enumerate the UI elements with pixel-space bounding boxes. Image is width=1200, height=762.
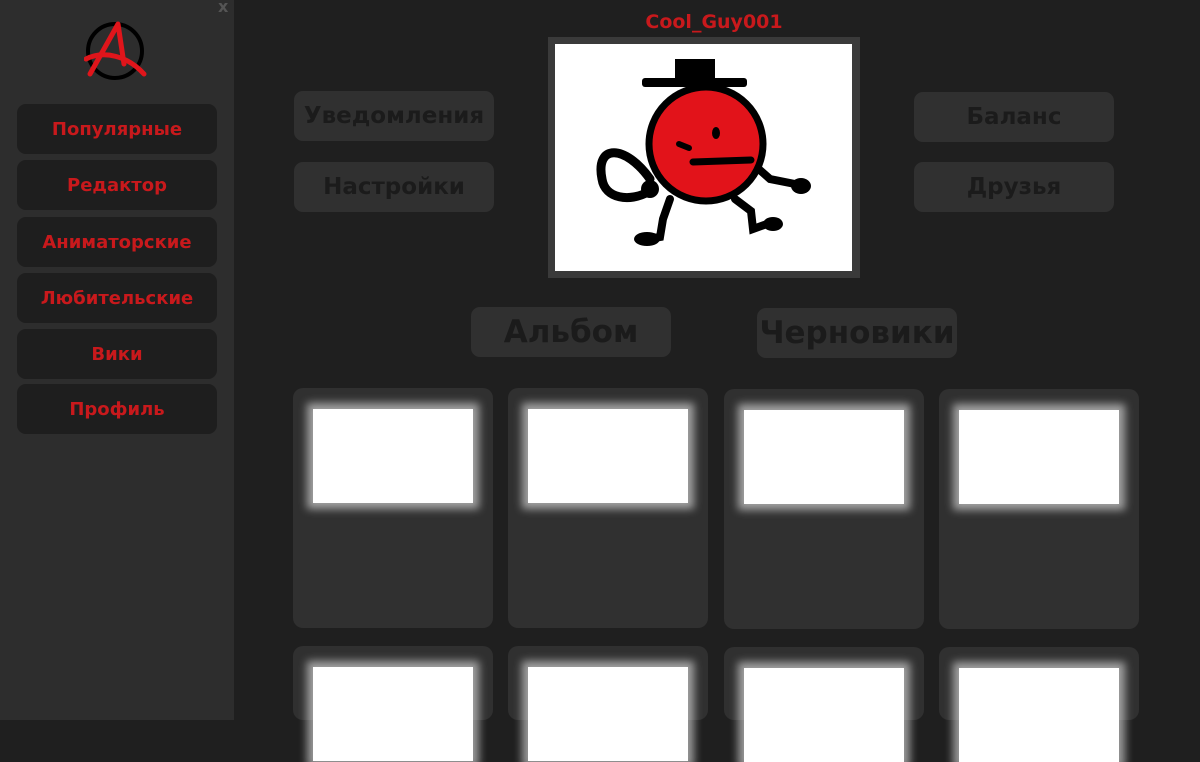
avatar[interactable] [548, 37, 860, 278]
sidebar-item-label: Аниматорские [42, 231, 192, 253]
album-card[interactable] [293, 388, 493, 628]
tab-album-label: Альбом [503, 314, 639, 350]
username-label: Cool_Guy001 [645, 11, 783, 33]
album-card[interactable] [724, 647, 924, 762]
sidebar-item-label: Популярные [51, 118, 183, 140]
album-card[interactable] [939, 389, 1139, 629]
close-button[interactable]: x [218, 0, 228, 16]
tab-album[interactable]: Альбом [471, 307, 671, 357]
album-thumbnail [744, 668, 904, 762]
sidebar-item-animators[interactable]: Аниматорские [17, 217, 217, 267]
album-thumbnail [528, 667, 688, 761]
sidebar-item-editor[interactable]: Редактор [17, 160, 217, 210]
balance-button[interactable]: Баланс [914, 92, 1114, 142]
friends-label: Друзья [966, 174, 1062, 200]
album-thumbnail [313, 409, 473, 503]
tab-drafts[interactable]: Черновики [757, 308, 957, 358]
notifications-button[interactable]: Уведомления [294, 91, 494, 141]
sidebar-item-label: Профиль [69, 398, 165, 420]
album-card[interactable] [508, 646, 708, 761]
tab-drafts-label: Черновики [759, 315, 955, 351]
album-thumbnail [959, 410, 1119, 504]
sidebar-item-profile[interactable]: Профиль [17, 384, 217, 434]
sidebar-item-label: Любительские [40, 287, 194, 309]
album-card[interactable] [724, 389, 924, 629]
avatar-image [555, 44, 852, 271]
app-logo [84, 21, 147, 80]
sidebar-item-wiki[interactable]: Вики [17, 329, 217, 379]
sidebar: x Популярные Редактор Аниматорские Любит… [0, 0, 234, 720]
album-card[interactable] [939, 647, 1139, 762]
album-card[interactable] [293, 646, 493, 761]
sidebar-item-label: Вики [91, 343, 143, 365]
settings-label: Настройки [323, 174, 465, 200]
settings-button[interactable]: Настройки [294, 162, 494, 212]
sidebar-item-amateurs[interactable]: Любительские [17, 273, 217, 323]
sidebar-item-popular[interactable]: Популярные [17, 104, 217, 154]
balance-label: Баланс [966, 104, 1062, 130]
album-thumbnail [959, 668, 1119, 762]
friends-button[interactable]: Друзья [914, 162, 1114, 212]
album-thumbnail [313, 667, 473, 761]
album-card[interactable] [508, 388, 708, 628]
album-thumbnail [528, 409, 688, 503]
album-thumbnail [744, 410, 904, 504]
notifications-label: Уведомления [303, 103, 485, 129]
sidebar-item-label: Редактор [67, 174, 167, 196]
